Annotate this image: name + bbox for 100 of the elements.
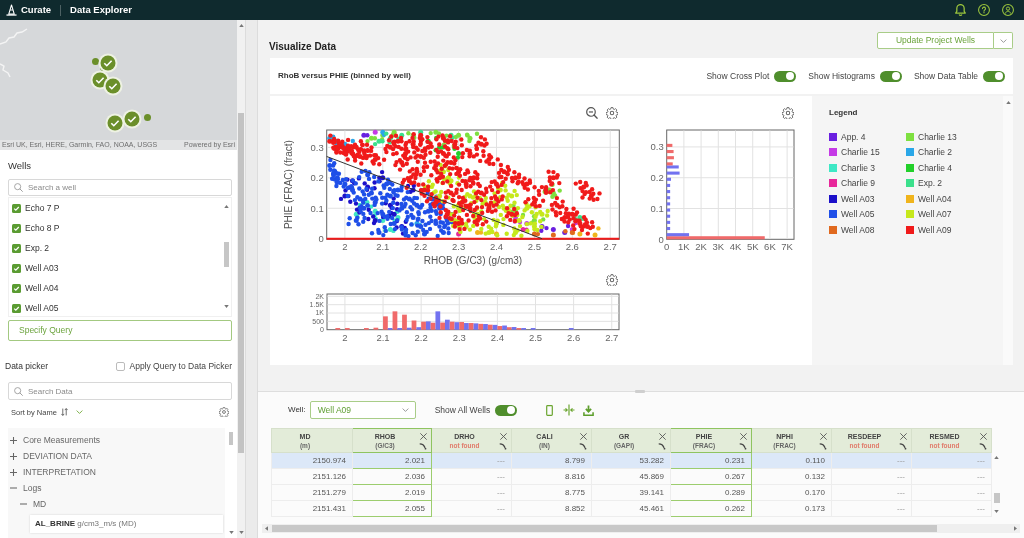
scrollbar-thumb[interactable] [272, 525, 937, 532]
well-name[interactable]: Well A04 [25, 282, 59, 294]
splitter-handle[interactable] [635, 390, 645, 393]
settings-icon[interactable] [606, 274, 618, 286]
search-field[interactable]: Search a well [8, 179, 232, 196]
close-icon[interactable] [739, 433, 747, 440]
scrollbar-thumb[interactable] [229, 432, 233, 445]
tree-item[interactable]: MD [33, 498, 47, 510]
tree-leaf-item[interactable]: AL_BRINE g/cm3_m/s (MD) [30, 515, 223, 533]
toggle-switch[interactable] [774, 70, 797, 82]
scroll-up-icon[interactable] [1005, 101, 1011, 104]
well-name[interactable]: Echo 8 P [25, 222, 60, 234]
checkbox[interactable] [116, 361, 126, 371]
scroll-right-icon[interactable] [1014, 526, 1017, 531]
curved-arrow-icon[interactable] [819, 443, 827, 450]
well-name[interactable]: Echo 7 P [25, 202, 60, 214]
table-cell: --- [911, 484, 992, 501]
close-icon[interactable] [979, 433, 987, 440]
scroll-up-icon[interactable] [224, 205, 229, 208]
axis-tick-label: 0.1 [650, 202, 664, 214]
curved-arrow-icon[interactable] [979, 443, 987, 450]
well-name[interactable]: Well A03 [25, 262, 59, 274]
split-arrows-icon[interactable] [563, 404, 576, 416]
checkbox[interactable] [12, 243, 21, 253]
scroll-down-icon[interactable] [994, 510, 999, 513]
plus-icon[interactable] [10, 468, 17, 476]
axis-tick-label: 0.3 [310, 141, 324, 153]
map-marker-icon[interactable] [105, 113, 125, 133]
download-icon[interactable] [583, 404, 595, 416]
legend-label: Charlie 15 [841, 147, 880, 158]
close-icon[interactable] [658, 433, 666, 440]
close-icon[interactable] [579, 433, 587, 440]
checkbox[interactable] [12, 263, 21, 273]
well-label: Well: [288, 405, 306, 415]
toggle-label: Show Data Table [913, 70, 978, 82]
toggle-switch[interactable] [495, 404, 518, 416]
map-marker-icon[interactable] [144, 114, 151, 121]
axis-tick-label: 2 [342, 241, 348, 253]
curved-arrow-icon[interactable] [499, 443, 507, 450]
user-icon[interactable] [1002, 4, 1014, 16]
scroll-up-icon[interactable] [994, 456, 999, 459]
scrollbar-track[interactable] [262, 524, 1020, 533]
chevron-down-icon [401, 408, 409, 412]
tree-item[interactable]: DEVIATION DATA [23, 450, 92, 462]
checkbox[interactable] [12, 283, 21, 293]
scrollbar-thumb[interactable] [238, 113, 244, 453]
tree-item[interactable]: INTERPRETATION [23, 466, 96, 478]
toggle-switch[interactable] [983, 70, 1005, 82]
map-marker-icon[interactable] [103, 76, 123, 96]
curved-arrow-icon[interactable] [419, 443, 427, 450]
well-name[interactable]: Exp. 2 [25, 242, 50, 254]
settings-icon[interactable] [782, 107, 794, 119]
checkbox-label[interactable]: Apply Query to Data Picker [129, 360, 232, 372]
axis-tick-label: 2.2 [414, 241, 428, 253]
scrollbar-thumb[interactable] [993, 493, 1000, 503]
notification-icon[interactable] [955, 4, 966, 16]
close-icon[interactable] [819, 433, 827, 440]
close-icon[interactable] [419, 433, 427, 440]
settings-icon[interactable] [606, 107, 618, 119]
checkbox[interactable] [12, 223, 21, 233]
well-name[interactable]: Well A05 [25, 302, 59, 314]
axis-tick-label: 2K [695, 241, 707, 253]
rectangle-icon[interactable] [546, 404, 554, 416]
checkbox[interactable] [12, 303, 21, 313]
help-icon[interactable] [978, 4, 990, 16]
close-icon[interactable] [499, 433, 507, 440]
scroll-down-icon[interactable] [224, 305, 229, 308]
table-cell: --- [831, 484, 912, 501]
checkbox[interactable] [12, 203, 21, 213]
scroll-up-icon[interactable] [238, 24, 244, 27]
plot-title: RhoB versus PHIE (binned by well) [278, 71, 411, 81]
plus-icon[interactable] [10, 452, 17, 460]
plus-icon[interactable] [10, 436, 17, 444]
axis-tick-label: 2.5 [527, 241, 541, 253]
scroll-left-icon[interactable] [265, 526, 268, 531]
curved-arrow-icon[interactable] [899, 443, 907, 450]
map-marker-icon[interactable] [92, 58, 99, 65]
sort-icon[interactable] [60, 408, 68, 416]
well-select[interactable]: Well A09 [309, 401, 416, 419]
chevron-down-icon[interactable] [75, 410, 83, 414]
settings-icon[interactable] [219, 407, 229, 417]
section-title: Data Explorer [70, 4, 132, 16]
curved-arrow-icon[interactable] [579, 443, 587, 450]
table-cell: 8.852 [511, 500, 592, 517]
map-marker-icon[interactable] [98, 53, 118, 73]
zoom-out-icon[interactable] [586, 107, 598, 119]
legend-label: Charlie 9 [841, 178, 876, 189]
curved-arrow-icon[interactable] [739, 443, 747, 450]
tree-item[interactable]: Core Measurements [23, 434, 100, 446]
axis-tick-label: 2.6 [567, 331, 581, 343]
close-icon[interactable] [899, 433, 907, 440]
table-cell: --- [431, 500, 512, 517]
toggle-switch[interactable] [879, 70, 902, 82]
tree-item[interactable]: Logs [23, 482, 42, 494]
curved-arrow-icon[interactable] [658, 443, 666, 450]
scrollbar-thumb[interactable] [224, 242, 229, 267]
search-field[interactable]: Search Data [8, 382, 232, 400]
legend-title: Legend [829, 108, 859, 118]
search-icon [14, 183, 23, 192]
map-marker-icon[interactable] [122, 109, 142, 129]
